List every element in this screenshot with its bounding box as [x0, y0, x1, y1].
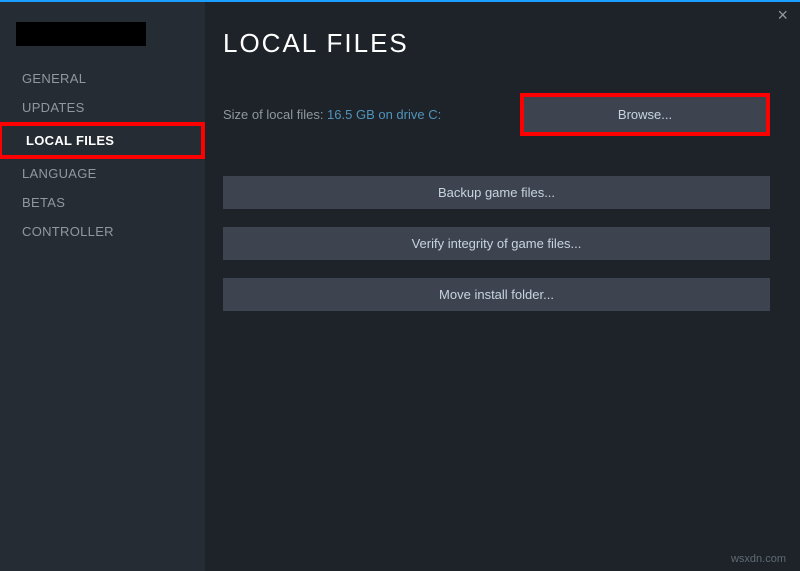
- sidebar-item-betas[interactable]: BETAS: [0, 188, 205, 217]
- close-button[interactable]: ×: [777, 6, 788, 24]
- sidebar-item-general[interactable]: GENERAL: [0, 64, 205, 93]
- size-text: Size of local files: 16.5 GB on drive C:: [223, 107, 441, 122]
- sidebar-item-language[interactable]: LANGUAGE: [0, 159, 205, 188]
- sidebar-item-updates[interactable]: UPDATES: [0, 93, 205, 122]
- size-row: Size of local files: 16.5 GB on drive C:…: [223, 93, 770, 136]
- window-container: GENERAL UPDATES LOCAL FILES LANGUAGE BET…: [0, 2, 800, 571]
- browse-button[interactable]: Browse...: [520, 93, 770, 136]
- size-label: Size of local files:: [223, 107, 327, 122]
- watermark: wsxdn.com: [731, 553, 786, 565]
- sidebar: GENERAL UPDATES LOCAL FILES LANGUAGE BET…: [0, 2, 205, 571]
- page-title: LOCAL FILES: [223, 28, 770, 59]
- main-panel: LOCAL FILES Size of local files: 16.5 GB…: [205, 2, 800, 571]
- backup-button[interactable]: Backup game files...: [223, 176, 770, 209]
- verify-button[interactable]: Verify integrity of game files...: [223, 227, 770, 260]
- game-title-redacted: [16, 22, 146, 46]
- move-folder-button[interactable]: Move install folder...: [223, 278, 770, 311]
- sidebar-item-local-files[interactable]: LOCAL FILES: [0, 122, 205, 159]
- sidebar-item-controller[interactable]: CONTROLLER: [0, 217, 205, 246]
- size-value: 16.5 GB on drive C:: [327, 107, 441, 122]
